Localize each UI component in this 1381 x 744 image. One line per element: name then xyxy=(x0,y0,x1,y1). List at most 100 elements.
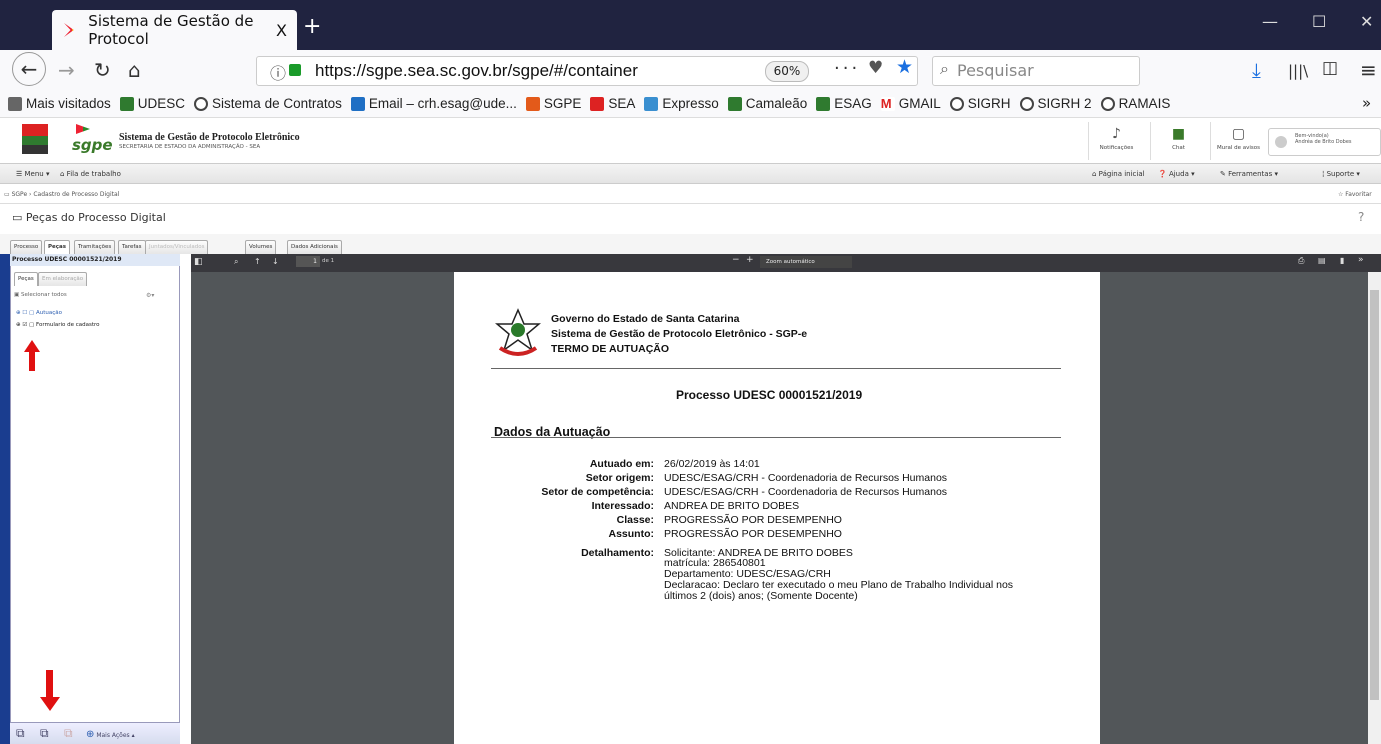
globe-icon xyxy=(949,96,964,111)
search-placeholder: Pesquisar xyxy=(957,61,1034,80)
save-icon[interactable]: ▤ xyxy=(1318,256,1326,265)
bookmark-icon xyxy=(8,96,22,111)
user-name: Andréa de Brito Dobes xyxy=(1295,139,1352,145)
page-title: ▭ Peças do Processo Digital xyxy=(12,211,166,224)
page-number-input[interactable]: 1 xyxy=(296,256,320,267)
menu-icon[interactable]: ≡ xyxy=(1360,58,1377,82)
tab-dados-adicionais[interactable]: Dados Adicionais xyxy=(287,240,342,254)
bookmark-item[interactable]: Mais visitados xyxy=(8,96,111,111)
tab-tarefas[interactable]: Tarefas xyxy=(118,240,146,254)
tab-tramitacoes[interactable]: Tramitações xyxy=(74,240,116,254)
tab-pecas[interactable]: Peças xyxy=(44,240,71,254)
bookmark-item[interactable]: SGPE xyxy=(525,96,581,111)
tree-item-autuacao[interactable]: ⊕ ☐ ▢ Autuação xyxy=(16,310,62,316)
subtab-pecas[interactable]: Peças xyxy=(14,272,38,286)
bookmark-item[interactable]: Sistema de Contratos xyxy=(194,96,342,111)
breadcrumb-root[interactable]: SGPe xyxy=(12,191,28,198)
site-info-icon[interactable]: ⓘ xyxy=(270,60,286,84)
avatar xyxy=(1275,136,1287,148)
support-menu[interactable]: ¦ Suporte ▾ xyxy=(1322,170,1360,178)
home-icon[interactable]: ⌂ xyxy=(128,58,141,82)
page-actions-icon[interactable]: ··· xyxy=(834,58,860,79)
minimize-button[interactable]: — xyxy=(1262,12,1278,31)
bookmark-icon[interactable]: ▮ xyxy=(1340,256,1344,265)
user-menu[interactable]: Bem-vindo(a) Andréa de Brito Dobes xyxy=(1268,128,1381,156)
select-all-checkbox[interactable]: ▣ Selecionar todos xyxy=(14,292,67,298)
tools-overflow-icon[interactable]: » xyxy=(1358,255,1364,265)
print-icon[interactable]: ⎙ xyxy=(1298,256,1304,266)
viewer-scrollbar-thumb[interactable] xyxy=(1370,290,1379,700)
help-icon[interactable]: ? xyxy=(1358,210,1364,224)
sidebar-icon[interactable]: ◫ xyxy=(1322,58,1338,78)
next-page-icon[interactable]: ↓ xyxy=(272,257,279,266)
globe-icon xyxy=(1100,96,1115,111)
back-icon[interactable]: ← xyxy=(12,52,46,86)
pocket-icon[interactable]: ♥ xyxy=(868,58,883,78)
tab-close-button[interactable]: X xyxy=(276,21,287,40)
app-title: Sistema de Gestão de Protocolo Eletrônic… xyxy=(119,132,300,143)
download-icon[interactable]: ⤓ xyxy=(1252,58,1261,82)
favorite-button[interactable]: ☆ Favoritar xyxy=(1338,191,1372,198)
find-icon[interactable]: ⌕ xyxy=(234,257,238,267)
add-piece-icon[interactable]: ⧉ xyxy=(16,726,25,741)
bookmarks-bar: Mais visitados UDESC Sistema de Contrato… xyxy=(0,90,1381,118)
bookmark-item[interactable]: SEA xyxy=(590,96,635,111)
tree-item-formulario[interactable]: ⊕ ☑ ▢ Formulario de cadastro xyxy=(16,322,100,328)
menu-button[interactable]: ☰ Menu ▾ xyxy=(16,170,50,178)
page-count: de 1 xyxy=(322,258,335,264)
bookmark-item[interactable]: RAMAIS xyxy=(1100,96,1170,111)
new-tab-button[interactable]: + xyxy=(303,14,321,39)
gmail-icon: M xyxy=(880,96,895,111)
detail-line: últimos 2 (dois) anos; (Somente Docente) xyxy=(664,590,858,602)
zoom-select[interactable]: Zoom automático xyxy=(760,256,852,268)
remove-piece-icon[interactable]: ⧉ xyxy=(64,726,73,741)
bookmark-item[interactable]: UDESC xyxy=(119,96,185,111)
bookmark-item[interactable]: Email – crh.esag@ude... xyxy=(350,96,517,111)
url-text[interactable]: https://sgpe.sea.sc.gov.br/sgpe/#/contai… xyxy=(315,61,638,81)
bell-icon: ♪ xyxy=(1112,126,1121,142)
work-queue-link[interactable]: ⌂ Fila de trabalho xyxy=(60,170,121,178)
field-label: Assunto: xyxy=(608,528,655,540)
window-close-button[interactable]: ✕ xyxy=(1360,12,1373,31)
bookmark-item[interactable]: Camaleão xyxy=(727,96,807,111)
sgpe-favicon-icon xyxy=(64,23,74,37)
tools-menu[interactable]: ✎ Ferramentas ▾ xyxy=(1220,170,1278,178)
maximize-button[interactable]: ☐ xyxy=(1312,12,1326,31)
detail-line: Declaracao: Declaro ter executado o meu … xyxy=(664,579,1014,591)
panel-title: Processo UDESC 00001521/2019 xyxy=(10,254,180,266)
notifications-button[interactable]: ♪ Notificações xyxy=(1088,122,1144,160)
bookmark-item[interactable]: ESAG xyxy=(816,96,872,111)
tab-volumes[interactable]: Volumes xyxy=(245,240,277,254)
options-icon[interactable]: ⚙▾ xyxy=(146,292,154,299)
plus-circle-icon: ⊕ xyxy=(86,729,95,740)
bookmark-item[interactable]: Expresso xyxy=(644,96,719,111)
zoom-indicator[interactable]: 60% xyxy=(765,61,809,82)
zoom-out-icon[interactable]: − xyxy=(732,255,740,265)
chat-button[interactable]: ■ Chat xyxy=(1150,122,1206,160)
page-header xyxy=(0,204,1381,234)
expresso-icon xyxy=(644,96,659,111)
help-menu[interactable]: ❓ Ajuda ▾ xyxy=(1158,170,1195,178)
sidebar-toggle-icon[interactable]: ◧ xyxy=(194,257,203,267)
bookmark-item[interactable]: SIGRH xyxy=(949,96,1011,111)
esag-icon xyxy=(816,96,831,111)
bookmark-item[interactable]: M GMAIL xyxy=(880,96,941,111)
bookmarks-overflow-icon[interactable]: » xyxy=(1362,94,1371,112)
browser-tab[interactable]: Sistema de Gestão de Protocol X xyxy=(52,10,297,50)
forward-icon[interactable]: → xyxy=(58,58,75,82)
bookmark-star-icon[interactable]: ★ xyxy=(896,56,913,78)
mural-button[interactable]: ▢ Mural de avisos xyxy=(1210,122,1266,160)
breadcrumb-current: Cadastro de Processo Digital xyxy=(33,191,120,198)
home-page-link[interactable]: ⌂ Página inicial xyxy=(1092,170,1145,178)
prev-page-icon[interactable]: ↑ xyxy=(254,257,261,266)
reload-icon[interactable]: ↻ xyxy=(94,58,111,82)
field-label: Autuado em: xyxy=(589,458,654,470)
library-icon[interactable]: |||\ xyxy=(1288,62,1308,80)
subtab-em-elaboracao[interactable]: Em elaboração xyxy=(38,272,88,286)
copy-piece-icon[interactable]: ⧉ xyxy=(40,726,49,741)
more-actions-button[interactable]: ⊕ Mais Ações ▴ xyxy=(86,729,135,740)
field-value: ANDREA DE BRITO DOBES xyxy=(664,500,800,512)
tab-processo[interactable]: Processo xyxy=(10,240,43,254)
bookmark-item[interactable]: SIGRH 2 xyxy=(1019,96,1092,111)
zoom-in-icon[interactable]: + xyxy=(746,255,754,265)
